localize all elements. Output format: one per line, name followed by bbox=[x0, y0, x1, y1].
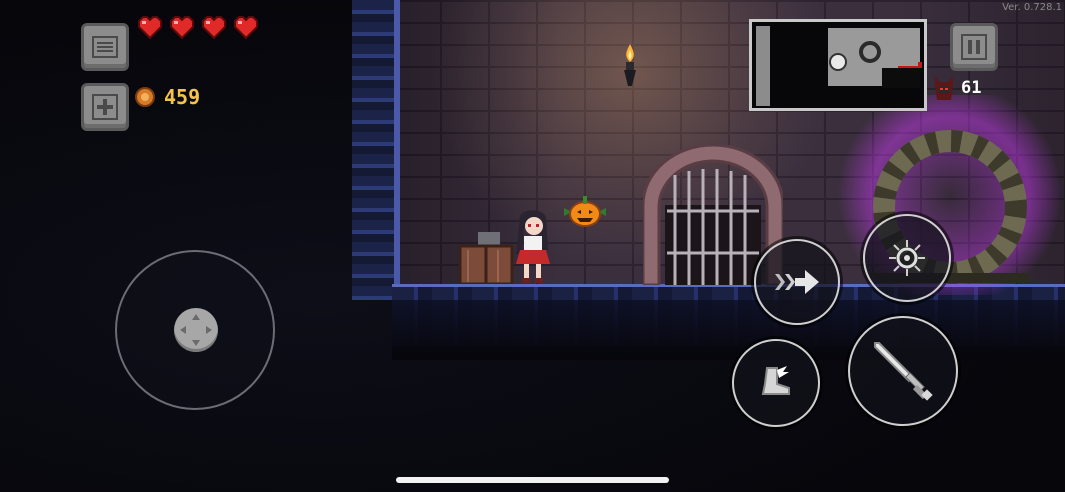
heart-icon bbox=[170, 16, 194, 40]
hamburger-icon bbox=[92, 36, 118, 58]
add-button[interactable] bbox=[81, 83, 129, 131]
coin-value: 459 bbox=[164, 85, 201, 109]
heart-icon bbox=[234, 16, 258, 40]
menu-button[interactable] bbox=[81, 23, 129, 71]
jump-button[interactable] bbox=[732, 339, 820, 427]
heart-icon bbox=[202, 16, 226, 40]
minimap bbox=[749, 19, 927, 111]
wooden-crate bbox=[458, 232, 514, 284]
version-label: Ver. 0.728.1 bbox=[1002, 2, 1062, 13]
attack-button[interactable] bbox=[848, 316, 958, 426]
pause-icon bbox=[961, 34, 987, 60]
spiky-orb-icon bbox=[889, 240, 925, 276]
wall-torch-icon bbox=[624, 44, 636, 86]
joystick-knob[interactable] bbox=[174, 308, 218, 352]
heart-icon bbox=[138, 16, 162, 40]
pause-button[interactable] bbox=[950, 23, 998, 71]
floor-shadow bbox=[392, 300, 1065, 360]
pumpkin-enemy bbox=[564, 196, 606, 227]
dpad-arrows-icon bbox=[180, 314, 212, 346]
home-indicator[interactable] bbox=[396, 477, 669, 483]
arrow-dash-icon bbox=[775, 270, 819, 294]
dash-button[interactable] bbox=[754, 239, 840, 325]
player-character bbox=[516, 210, 550, 283]
demon-head-icon bbox=[935, 76, 953, 100]
game-scene: 459 Ver. 0.728.1 61 bbox=[0, 0, 1065, 492]
health-hearts bbox=[137, 16, 259, 40]
coin-icon bbox=[135, 87, 155, 107]
sword-icon bbox=[874, 342, 933, 401]
player-marker-icon bbox=[829, 53, 847, 71]
enemy-count-value: 61 bbox=[961, 78, 982, 98]
left-stone-wall bbox=[352, 0, 400, 300]
virtual-joystick[interactable] bbox=[115, 250, 275, 410]
winged-boot-icon bbox=[761, 366, 790, 395]
coin-counter: 459 bbox=[134, 85, 200, 109]
skill-button[interactable] bbox=[863, 214, 951, 302]
enemy-counter: 61 bbox=[933, 74, 981, 102]
plus-icon bbox=[92, 94, 118, 120]
